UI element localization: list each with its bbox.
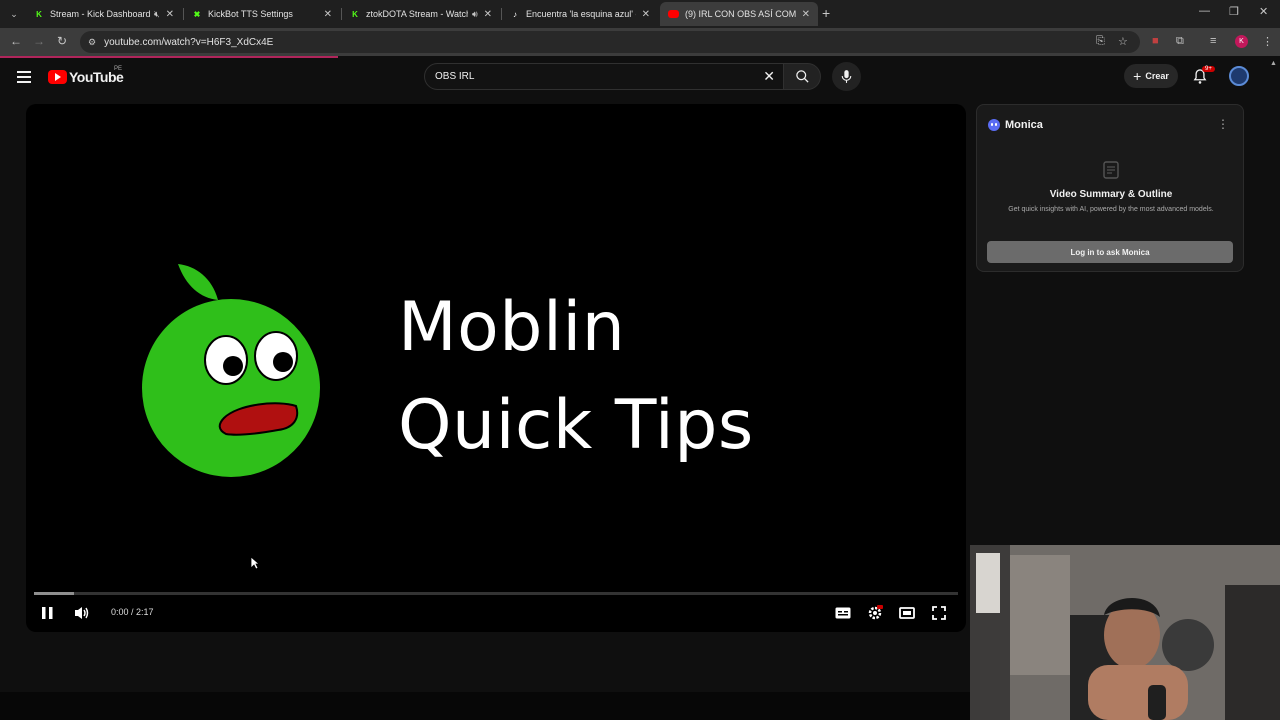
browser-menu-icon[interactable]: ⋮: [1262, 35, 1273, 48]
video-player[interactable]: Moblin Quick Tips 0:00 / 2:17: [26, 104, 966, 632]
page-bottom-area: [0, 692, 970, 720]
kick-icon: K: [36, 9, 42, 19]
search-icon: [795, 70, 809, 83]
theater-mode-button[interactable]: [898, 604, 916, 622]
guide-menu-icon[interactable]: [17, 71, 31, 86]
monica-login-button[interactable]: Log in to ask Monica: [987, 241, 1233, 263]
buffered-progress: [34, 592, 74, 595]
search-input[interactable]: OBS IRL ✕: [424, 63, 784, 90]
forward-arrow-icon[interactable]: →: [33, 34, 45, 48]
new-tab-plus-icon[interactable]: +: [822, 5, 830, 21]
browser-tab-ztokdota[interactable]: K ztokDOTA Stream - Watch L 🔊︎ ✕: [342, 4, 500, 24]
microphone-icon: [841, 70, 852, 83]
kickbot-icon: ✖: [193, 9, 201, 19]
tab-title: ztokDOTA Stream - Watch L: [366, 9, 468, 19]
search-button[interactable]: [783, 63, 821, 90]
profile-avatar[interactable]: K: [1235, 35, 1248, 48]
slide-title-line-1: Moblin: [398, 288, 626, 367]
clear-search-icon[interactable]: ✕: [763, 68, 775, 85]
pause-icon: [41, 607, 52, 619]
tab-muted-icon[interactable]: 🔇︎: [154, 9, 160, 20]
restore-window-icon[interactable]: ❐: [1229, 5, 1239, 18]
browser-tab-strip: ⌄ K Stream - Kick Dashboard 🔇︎ ✕ ✖ KickB…: [0, 0, 1280, 28]
voice-search-button[interactable]: [832, 62, 861, 91]
extension-badge-icon[interactable]: ■: [1152, 35, 1159, 47]
slide-title-line-2: Quick Tips: [398, 386, 754, 465]
url-text: youtube.com/watch?v=H6F3_XdCx4E: [104, 36, 274, 48]
tab-close-icon[interactable]: ✕: [324, 9, 332, 20]
settings-button[interactable]: [866, 604, 884, 622]
site-info-icon[interactable]: ⚙: [88, 37, 96, 48]
fullscreen-button[interactable]: [930, 604, 948, 622]
country-code: PE: [114, 66, 123, 72]
kick-icon: K: [352, 9, 358, 19]
time-display: 0:00 / 2:17: [111, 607, 154, 617]
theater-mode-icon: [899, 607, 915, 619]
media-control-icon[interactable]: ≡: [1210, 35, 1216, 47]
volume-icon: [75, 607, 89, 619]
tab-title: Stream - Kick Dashboard: [50, 9, 150, 19]
tab-audio-icon[interactable]: 🔊︎: [472, 9, 478, 20]
browser-tab-youtube-active[interactable]: (9) IRL CON OBS ASÍ COMO LO ✕: [660, 2, 818, 26]
fullscreen-icon: [932, 606, 946, 620]
extensions-puzzle-icon[interactable]: ⧉: [1176, 35, 1184, 48]
reload-icon[interactable]: ↻: [57, 34, 67, 48]
monica-title: Monica: [1005, 119, 1043, 131]
monica-logo-icon: [988, 119, 1000, 131]
youtube-logo[interactable]: YouTube PE: [48, 66, 124, 85]
tab-close-icon[interactable]: ✕: [802, 9, 810, 20]
plus-icon: +: [1133, 68, 1142, 84]
browser-toolbar: ← → ↻ ⚙ youtube.com/watch?v=H6F3_XdCx4E …: [0, 28, 1280, 56]
progress-bar[interactable]: [34, 592, 958, 595]
webcam-overlay: [970, 545, 1280, 720]
install-app-icon[interactable]: ⎘: [1096, 35, 1105, 48]
scrollbar-up-arrow-icon[interactable]: ▲: [1270, 60, 1277, 67]
youtube-masthead: YouTube PE OBS IRL ✕ + Crear 9+: [0, 58, 1280, 96]
youtube-play-logo-icon: [48, 70, 67, 84]
tab-close-icon[interactable]: ✕: [484, 9, 492, 20]
document-icon: [1103, 161, 1119, 179]
tab-title: (9) IRL CON OBS ASÍ COMO LO: [685, 9, 796, 19]
bookmark-star-icon[interactable]: ☆: [1118, 35, 1128, 48]
volume-button[interactable]: [73, 604, 91, 622]
more-options-icon[interactable]: ⋮: [1217, 117, 1229, 131]
back-arrow-icon[interactable]: ←: [10, 34, 22, 48]
search-query-text: OBS IRL: [435, 71, 475, 82]
tab-close-icon[interactable]: ✕: [166, 9, 174, 20]
tab-title: Encuentra 'la esquina azul' en T: [526, 9, 636, 19]
youtube-icon: [668, 10, 679, 18]
subtitles-button[interactable]: [834, 604, 852, 622]
monica-heading: Video Summary & Outline: [1049, 189, 1173, 200]
subtitles-icon: [835, 607, 851, 619]
browser-tab-kickbot[interactable]: ✖ KickBot TTS Settings ✕: [184, 4, 340, 24]
create-label: Crear: [1145, 71, 1169, 81]
monica-subtitle: Get quick insights with AI, powered by t…: [1008, 206, 1214, 213]
create-button[interactable]: + Crear: [1124, 64, 1178, 88]
account-avatar[interactable]: [1229, 66, 1249, 86]
pause-button[interactable]: [40, 604, 54, 622]
minimize-icon[interactable]: —: [1199, 5, 1210, 17]
tab-search-button[interactable]: ⌄: [6, 6, 22, 22]
gear-icon: [868, 605, 883, 620]
tab-close-icon[interactable]: ✕: [642, 9, 650, 20]
tab-title: KickBot TTS Settings: [208, 9, 293, 19]
webcam-person-image: [970, 545, 1280, 720]
tiktok-icon: ♪: [513, 9, 517, 19]
address-bar[interactable]: ⚙ youtube.com/watch?v=H6F3_XdCx4E: [80, 31, 1140, 53]
mouse-cursor-icon: [250, 556, 261, 575]
browser-tab-tiktok[interactable]: ♪ Encuentra 'la esquina azul' en T ✕: [502, 4, 658, 24]
monica-panel: Monica ⋮ Video Summary & Outline Get qui…: [976, 104, 1244, 272]
close-window-icon[interactable]: ✕: [1259, 5, 1268, 18]
lime-mascot-illustration: [142, 264, 320, 477]
browser-tab-kick-dashboard[interactable]: K Stream - Kick Dashboard 🔇︎ ✕: [26, 4, 182, 24]
notification-count-badge: 9+: [1202, 66, 1215, 72]
